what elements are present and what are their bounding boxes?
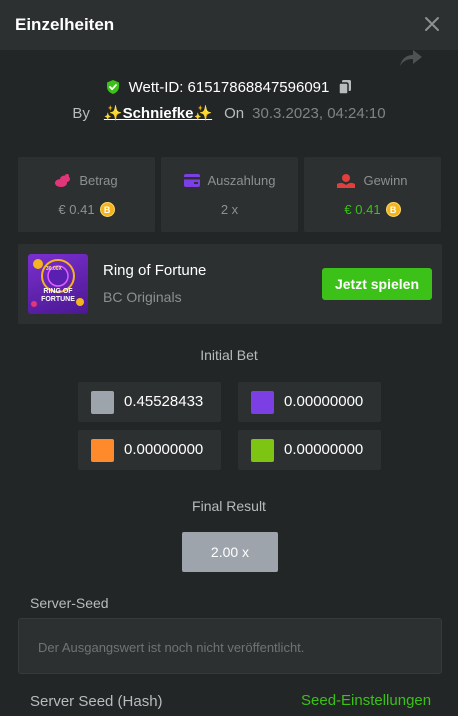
game-thumbnail[interactable]: 30.00X RING OF FORTUNE <box>28 254 88 314</box>
header: Einzelheiten <box>0 0 458 50</box>
stat-amount: Betrag € 0.41 B <box>18 157 155 232</box>
stat-amount-label: Betrag <box>79 173 118 188</box>
thumbnail-badge: 30.00X <box>46 266 62 272</box>
bet-cell-green: 0.00000000 <box>238 430 381 470</box>
game-card: 30.00X RING OF FORTUNE Ring of Fortune B… <box>18 244 442 324</box>
final-result-title: Final Result <box>192 498 266 514</box>
game-provider: BC Originals <box>103 289 182 305</box>
stat-payout-label: Auszahlung <box>207 173 276 188</box>
wallet-icon <box>183 174 200 187</box>
bet-cell-purple: 0.00000000 <box>238 382 381 422</box>
bet-cell-gray: 0.45528433 <box>78 382 221 422</box>
stat-payout: Auszahlung 2 x <box>161 157 298 232</box>
profit-icon <box>337 173 356 188</box>
orange-swatch <box>91 439 114 462</box>
bet-id: Wett-ID: 61517868847596091 <box>128 78 330 96</box>
green-swatch <box>251 439 274 462</box>
bet-cell-value: 0.00000000 <box>284 393 364 410</box>
bet-meta-row: By ✨Schniefke✨ On 30.3.2023, 04:24:10 <box>0 102 458 124</box>
final-result-value: 2.00 x <box>182 532 278 572</box>
copy-icon[interactable] <box>337 79 353 95</box>
seed-settings-link[interactable]: Seed-Einstellungen <box>301 692 431 709</box>
server-seed-placeholder: Der Ausgangswert ist noch nicht veröffen… <box>38 640 305 655</box>
server-seed-hash-label: Server Seed (Hash) <box>30 693 163 710</box>
stat-profit: Gewinn € 0.41 B <box>304 157 441 232</box>
page-title: Einzelheiten <box>15 15 115 34</box>
bet-date: 30.3.2023, 04:24:10 <box>252 104 386 122</box>
purple-swatch <box>251 391 274 414</box>
gray-swatch <box>91 391 114 414</box>
stat-payout-value: 2 x <box>220 202 239 217</box>
initial-bet-title: Initial Bet <box>200 347 258 363</box>
stat-profit-value: € 0.41 <box>344 202 381 217</box>
server-seed-field[interactable]: Der Ausgangswert ist noch nicht veröffen… <box>18 618 442 674</box>
bet-cell-orange: 0.00000000 <box>78 430 221 470</box>
stat-amount-value: € 0.41 <box>58 202 95 217</box>
currency-coin-icon: B <box>385 202 401 217</box>
thumbnail-title: RING OF FORTUNE <box>41 288 75 303</box>
share-icon[interactable] <box>398 47 424 69</box>
close-icon[interactable] <box>420 12 444 36</box>
game-title: Ring of Fortune <box>103 262 207 279</box>
by-label: By <box>72 104 90 122</box>
bet-cell-value: 0.00000000 <box>124 441 204 458</box>
play-now-button[interactable]: Jetzt spielen <box>322 268 432 300</box>
on-label: On <box>224 104 245 122</box>
verified-shield-icon <box>106 80 119 94</box>
bet-cell-value: 0.00000000 <box>284 441 364 458</box>
username-link[interactable]: ✨Schniefke✨ <box>104 104 212 122</box>
server-seed-label: Server-Seed <box>30 595 109 611</box>
bet-cell-value: 0.45528433 <box>124 393 204 410</box>
fortune-wheel-icon <box>31 259 84 307</box>
currency-coin-icon: B <box>99 202 115 217</box>
bet-id-row: Wett-ID: 61517868847596091 <box>0 76 458 98</box>
stat-profit-label: Gewinn <box>363 173 408 188</box>
coins-icon <box>55 173 71 187</box>
